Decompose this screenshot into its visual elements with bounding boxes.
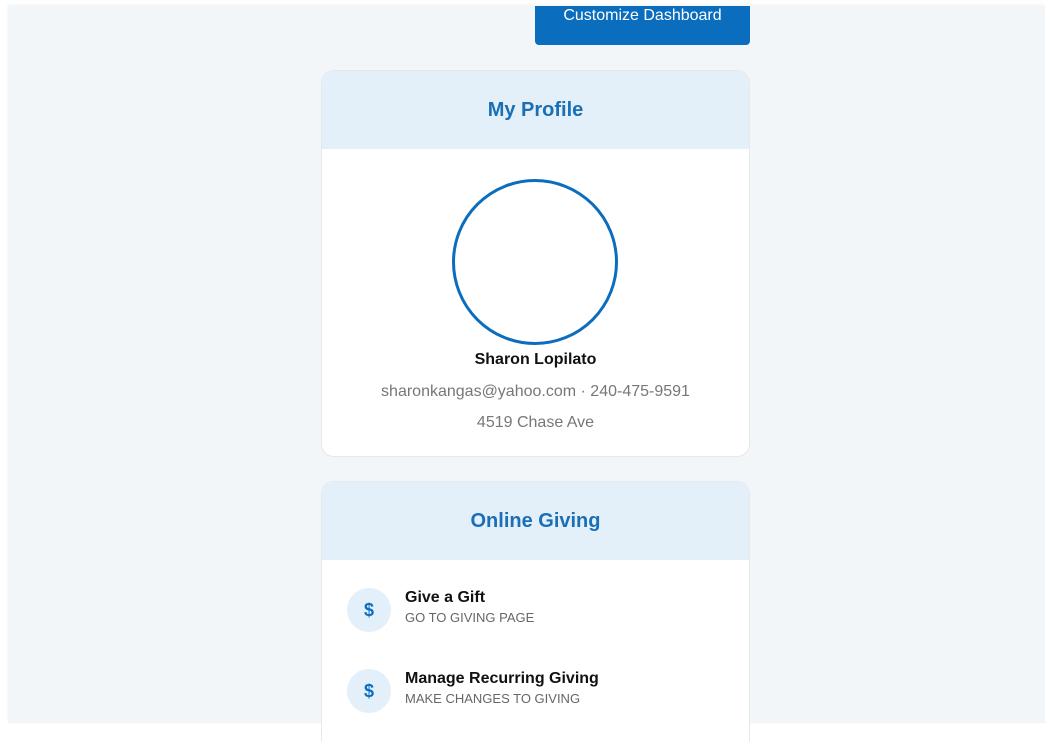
give-a-gift-title: Give a Gift [405, 589, 486, 606]
manage-recurring-giving-title: Manage Recurring Giving [405, 670, 599, 687]
my-profile-card-header: My Profile [322, 71, 749, 149]
give-a-gift-item[interactable]: $ Give a Gift GO TO GIVING PAGE [347, 588, 727, 634]
my-profile-title: My Profile [487, 98, 584, 121]
my-profile-card: My Profile Sharon Lopilato sharonkangas@… [322, 71, 749, 456]
manage-recurring-giving-item[interactable]: $ Manage Recurring Giving MAKE CHANGES T… [347, 669, 727, 715]
profile-name: Sharon Lopilato [474, 351, 597, 368]
dollar-icon: $ [347, 669, 391, 713]
online-giving-title: Online Giving [470, 509, 601, 532]
dashboard-page: Customize Dashboard My Profile Sharon Lo… [8, 6, 1045, 742]
manage-recurring-giving-subtitle: MAKE CHANGES TO GIVING [405, 691, 581, 706]
give-a-gift-subtitle: GO TO GIVING PAGE [405, 610, 535, 625]
profile-address: 4519 Chase Ave [476, 414, 595, 431]
online-giving-card: Online Giving $ Give a Gift GO TO GIVING… [322, 482, 749, 742]
avatar[interactable] [452, 179, 618, 345]
dollar-icon: $ [347, 588, 391, 632]
online-giving-card-header: Online Giving [322, 482, 749, 560]
profile-contact: sharonkangas@yahoo.com · 240-475-9591 [381, 383, 690, 400]
customize-dashboard-button[interactable]: Customize Dashboard [535, 6, 750, 45]
